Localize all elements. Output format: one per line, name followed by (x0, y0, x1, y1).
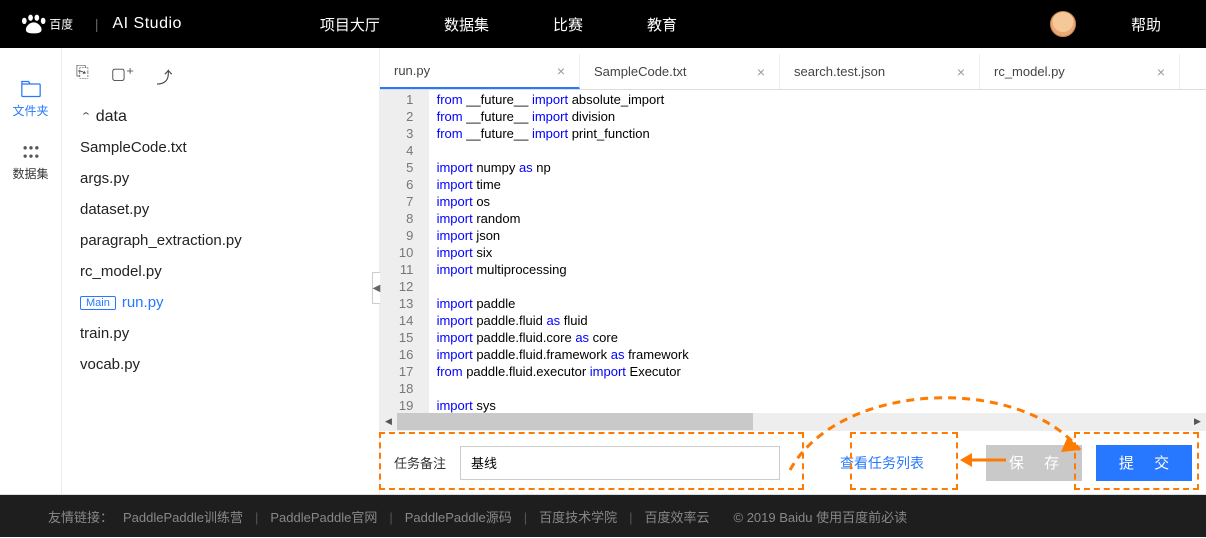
new-folder-icon[interactable]: ▢⁺ (111, 64, 135, 88)
nav-datasets[interactable]: 数据集 (444, 14, 489, 35)
code-editor[interactable]: 1 2 3 4 5 6 7 8 9 10 11 12 13 14 15 16 1… (380, 90, 1206, 413)
file-dataset-py[interactable]: dataset.py (74, 194, 367, 225)
file-rc_model-py[interactable]: rc_model.py (74, 256, 367, 287)
view-tasks-link[interactable]: 查看任务列表 (840, 453, 924, 473)
nav-help[interactable]: 帮助 (1131, 14, 1161, 35)
svg-text:百度: 百度 (49, 18, 73, 32)
folder-icon (21, 80, 41, 98)
file-train-py[interactable]: train.py (74, 318, 367, 349)
file-vocab-py[interactable]: vocab.py (74, 349, 367, 380)
tab-rc_model-py[interactable]: rc_model.py× (980, 54, 1180, 89)
close-icon[interactable]: × (757, 64, 765, 80)
brand-subtitle: AI Studio (112, 15, 181, 33)
logo-separator: | (95, 16, 99, 32)
left-iconbar: 文件夹 数据集 (0, 48, 62, 494)
upload-icon[interactable]: ⤴ (156, 64, 172, 88)
baidu-logo-icon: 百度 (18, 13, 81, 35)
close-icon[interactable]: × (1157, 64, 1165, 80)
save-button[interactable]: 保 存 (986, 445, 1082, 481)
horizontal-scrollbar[interactable]: ◀ ▶ (380, 413, 1206, 430)
iconbar-datasets[interactable]: 数据集 (0, 131, 61, 194)
collapse-sidebar-handle[interactable]: ◀ (372, 272, 380, 304)
dataset-icon (21, 143, 41, 161)
close-icon[interactable]: × (957, 64, 965, 80)
code-body[interactable]: from __future__ import absolute_import f… (429, 90, 697, 413)
main-badge: Main (80, 296, 116, 310)
tab-SampleCode-txt[interactable]: SampleCode.txt× (580, 54, 780, 89)
line-gutter: 1 2 3 4 5 6 7 8 9 10 11 12 13 14 15 16 1… (380, 90, 429, 413)
user-avatar[interactable] (1050, 11, 1076, 37)
file-run-py[interactable]: Mainrun.py (74, 287, 367, 318)
tab-search-test-json[interactable]: search.test.json× (780, 54, 980, 89)
scroll-thumb[interactable] (397, 413, 753, 430)
footer-label: 友情链接： (48, 507, 113, 526)
footer-copyright: © 2019 Baidu 使用百度前必读 (734, 507, 908, 526)
scroll-left-icon[interactable]: ◀ (380, 413, 397, 430)
nav-competitions[interactable]: 比赛 (553, 14, 583, 35)
footer-link[interactable]: 百度技术学院 (539, 510, 617, 525)
nav-education[interactable]: 教育 (647, 14, 677, 35)
task-bottombar: 任务备注 查看任务列表 保 存 提 交 (380, 430, 1206, 494)
tab-run-py[interactable]: run.py× (380, 54, 580, 89)
top-navbar: 百度 | AI Studio 项目大厅 数据集 比赛 教育 帮助 (0, 0, 1206, 48)
editor-tabs: run.py×SampleCode.txt×search.test.json×r… (380, 54, 1206, 90)
footer-link[interactable]: PaddlePaddle官网 (270, 510, 377, 525)
new-file-icon[interactable]: ⎘ (76, 64, 89, 88)
scroll-right-icon[interactable]: ▶ (1189, 413, 1206, 430)
nav-projects[interactable]: 项目大厅 (320, 14, 380, 35)
close-icon[interactable]: × (557, 63, 565, 79)
file-explorer: ⎘ ▢⁺ ⤴ data SampleCode.txtargs.pydataset… (62, 48, 380, 494)
brand-logo[interactable]: 百度 | AI Studio (0, 13, 200, 35)
file-args-py[interactable]: args.py (74, 163, 367, 194)
submit-button[interactable]: 提 交 (1096, 445, 1192, 481)
folder-data[interactable]: data (74, 102, 367, 132)
footer-link[interactable]: PaddlePaddle源码 (405, 510, 512, 525)
footer-link[interactable]: 百度效率云 (645, 510, 710, 525)
file-SampleCode-txt[interactable]: SampleCode.txt (74, 132, 367, 163)
main-area: 文件夹 数据集 ⎘ ▢⁺ ⤴ data SampleCode.txtargs.p… (0, 48, 1206, 495)
nav-links: 项目大厅 数据集 比赛 教育 (320, 14, 677, 35)
file-actions: ⎘ ▢⁺ ⤴ (62, 58, 379, 98)
footer-link[interactable]: PaddlePaddle训练营 (123, 510, 243, 525)
editor-pane: ◀ run.py×SampleCode.txt×search.test.json… (380, 48, 1206, 494)
page-footer: 友情链接： PaddlePaddle训练营|PaddlePaddle官网|Pad… (0, 495, 1206, 537)
remark-input[interactable] (460, 446, 780, 480)
remark-label: 任务备注 (394, 453, 446, 472)
iconbar-files[interactable]: 文件夹 (0, 68, 61, 131)
file-list: data SampleCode.txtargs.pydataset.pypara… (62, 98, 379, 384)
file-paragraph_extraction-py[interactable]: paragraph_extraction.py (74, 225, 367, 256)
